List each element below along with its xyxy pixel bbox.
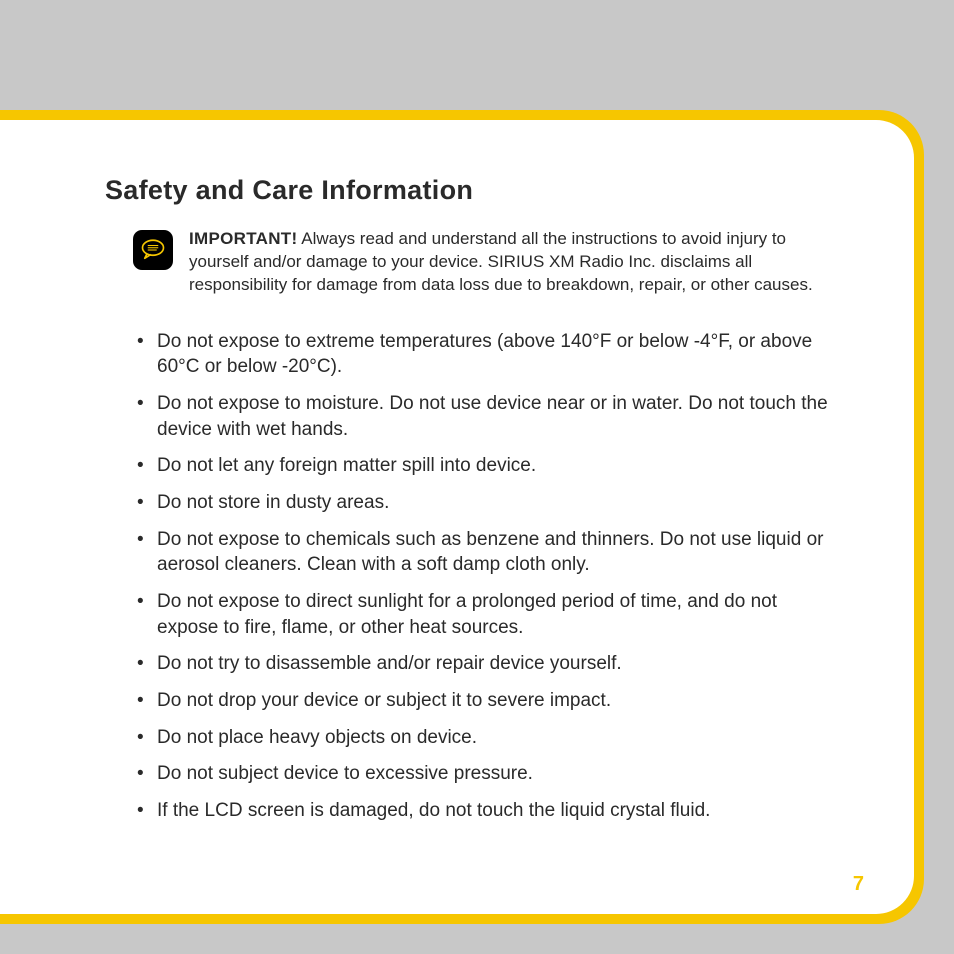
important-label: IMPORTANT! — [189, 229, 297, 248]
list-item: Do not drop your device or subject it to… — [137, 688, 834, 714]
page-heading: Safety and Care Information — [105, 175, 834, 206]
list-item: Do not expose to direct sunlight for a p… — [137, 589, 834, 640]
important-text: IMPORTANT! Always read and understand al… — [189, 228, 834, 297]
list-item: Do not try to disassemble and/or repair … — [137, 651, 834, 677]
list-item: Do not subject device to excessive press… — [137, 761, 834, 787]
page-number: 7 — [853, 873, 864, 896]
speech-bubble-icon — [133, 230, 173, 270]
safety-bullet-list: Do not expose to extreme temperatures (a… — [105, 329, 834, 824]
list-item: Do not place heavy objects on device. — [137, 725, 834, 751]
list-item: Do not expose to chemicals such as benze… — [137, 527, 834, 578]
list-item: Do not expose to moisture. Do not use de… — [137, 391, 834, 442]
page-frame: Safety and Care Information IMPORTANT! A… — [0, 110, 924, 924]
important-notice: IMPORTANT! Always read and understand al… — [105, 228, 834, 297]
list-item: Do not let any foreign matter spill into… — [137, 453, 834, 479]
list-item: Do not store in dusty areas. — [137, 490, 834, 516]
page-content: Safety and Care Information IMPORTANT! A… — [0, 120, 914, 914]
list-item: Do not expose to extreme temperatures (a… — [137, 329, 834, 380]
list-item: If the LCD screen is damaged, do not tou… — [137, 798, 834, 824]
